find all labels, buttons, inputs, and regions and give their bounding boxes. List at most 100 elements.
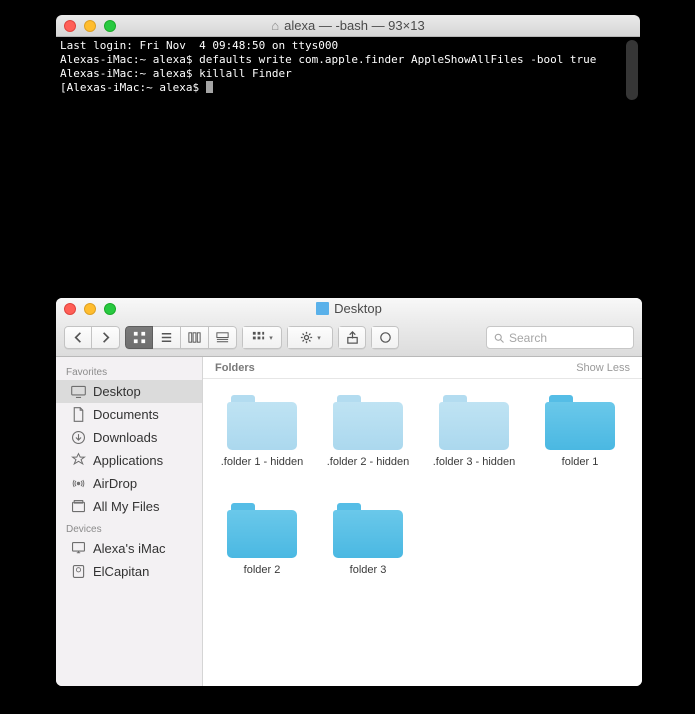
search-placeholder: Search (509, 331, 547, 345)
documents-icon (70, 406, 87, 423)
airdrop-icon (70, 475, 87, 492)
term-line-2: Alexas-iMac:~ alexa$ killall Finder (60, 67, 292, 80)
folder-icon (227, 395, 297, 450)
chevron-down-icon: ▾ (269, 334, 273, 342)
disk-icon (70, 563, 87, 580)
sidebar-item-allfiles[interactable]: All My Files (56, 495, 202, 518)
downloads-icon (70, 429, 87, 446)
view-mode-buttons (125, 326, 237, 349)
folder-item[interactable]: .folder 3 - hidden (421, 395, 527, 503)
grid-icon (132, 330, 147, 345)
arrange-button[interactable]: ▾ (242, 326, 282, 349)
coverflow-icon (215, 330, 230, 345)
terminal-cursor (206, 81, 213, 93)
finder-title: Desktop (56, 301, 642, 316)
folder-item[interactable]: .folder 2 - hidden (315, 395, 421, 503)
icon-grid[interactable]: .folder 1 - hidden .folder 2 - hidden .f… (203, 379, 642, 686)
coverflow-view-button[interactable] (209, 326, 237, 349)
gear-icon (299, 330, 314, 345)
term-line-1: Alexas-iMac:~ alexa$ defaults write com.… (60, 53, 596, 66)
terminal-titlebar[interactable]: ⌂ alexa — -bash — 93×13 (56, 15, 640, 37)
terminal-output[interactable]: Last login: Fri Nov 4 09:48:50 on ttys00… (56, 37, 640, 97)
icon-view-button[interactable] (125, 326, 153, 349)
maximize-button[interactable] (104, 20, 116, 32)
folder-icon (333, 395, 403, 450)
action-button-group: ▾ (287, 326, 333, 349)
show-less-button[interactable]: Show Less (576, 362, 630, 374)
finder-titlebar[interactable]: Desktop (56, 298, 642, 319)
folder-label: .folder 3 - hidden (433, 456, 516, 468)
search-icon (493, 332, 505, 344)
back-button[interactable] (64, 326, 92, 349)
arrange-button-group: ▾ (242, 326, 282, 349)
arrange-icon (251, 330, 266, 345)
term-line-0: Last login: Fri Nov 4 09:48:50 on ttys00… (60, 39, 338, 52)
sidebar-item-label: AirDrop (93, 476, 137, 491)
share-button[interactable] (338, 326, 366, 349)
folder-icon (227, 503, 297, 558)
close-button[interactable] (64, 20, 76, 32)
sidebar-item-downloads[interactable]: Downloads (56, 426, 202, 449)
chevron-right-icon (98, 330, 113, 345)
term-line-3: [Alexas-iMac:~ alexa$ (60, 81, 206, 94)
folder-item[interactable]: folder 3 (315, 503, 421, 611)
list-icon (159, 330, 174, 345)
folder-item[interactable]: folder 2 (209, 503, 315, 611)
sidebar-item-desktop[interactable]: Desktop (56, 380, 202, 403)
sidebar-item-label: Documents (93, 407, 159, 422)
nav-buttons (64, 326, 120, 349)
sidebar-section-devices: Devices (56, 518, 202, 537)
folder-label: folder 1 (562, 456, 599, 468)
folder-label: folder 3 (350, 564, 387, 576)
sidebar-item-label: Desktop (93, 384, 141, 399)
section-label: Folders (215, 362, 255, 374)
desktop-icon (70, 383, 87, 400)
share-icon (345, 330, 360, 345)
applications-icon (70, 452, 87, 469)
close-button[interactable] (64, 303, 76, 315)
sidebar-item-label: Alexa's iMac (93, 541, 166, 556)
sidebar-section-favorites: Favorites (56, 361, 202, 380)
minimize-button[interactable] (84, 303, 96, 315)
sidebar-item-applications[interactable]: Applications (56, 449, 202, 472)
chevron-left-icon (71, 330, 86, 345)
sidebar-item-disk[interactable]: ElCapitan (56, 560, 202, 583)
share-button-group (338, 326, 366, 349)
columns-icon (187, 330, 202, 345)
action-button[interactable]: ▾ (287, 326, 333, 349)
column-view-button[interactable] (181, 326, 209, 349)
folder-item[interactable]: .folder 1 - hidden (209, 395, 315, 503)
desktop-icon (316, 302, 329, 315)
finder-toolbar: ▾ ▾ Search (56, 319, 642, 357)
terminal-window: ⌂ alexa — -bash — 93×13 Last login: Fri … (56, 15, 640, 265)
sidebar-item-label: ElCapitan (93, 564, 149, 579)
sidebar-item-airdrop[interactable]: AirDrop (56, 472, 202, 495)
finder-title-text: Desktop (334, 301, 382, 316)
sidebar-item-label: Downloads (93, 430, 157, 445)
forward-button[interactable] (92, 326, 120, 349)
sidebar-item-imac[interactable]: Alexa's iMac (56, 537, 202, 560)
folder-icon (545, 395, 615, 450)
terminal-scrollbar[interactable] (626, 40, 638, 100)
search-input[interactable]: Search (486, 326, 634, 349)
sidebar-item-label: All My Files (93, 499, 159, 514)
maximize-button[interactable] (104, 303, 116, 315)
home-icon: ⌂ (271, 18, 279, 33)
terminal-title: ⌂ alexa — -bash — 93×13 (56, 18, 640, 33)
folder-icon (333, 503, 403, 558)
imac-icon (70, 540, 87, 557)
terminal-title-text: alexa — -bash — 93×13 (284, 18, 425, 33)
tags-button[interactable] (371, 326, 399, 349)
allfiles-icon (70, 498, 87, 515)
minimize-button[interactable] (84, 20, 96, 32)
sidebar-item-documents[interactable]: Documents (56, 403, 202, 426)
section-header: Folders Show Less (203, 357, 642, 379)
finder-main: Folders Show Less .folder 1 - hidden .fo… (203, 357, 642, 686)
folder-icon (439, 395, 509, 450)
sidebar-item-label: Applications (93, 453, 163, 468)
list-view-button[interactable] (153, 326, 181, 349)
finder-window: Desktop (56, 298, 642, 686)
folder-item[interactable]: folder 1 (527, 395, 633, 503)
folder-label: .folder 1 - hidden (221, 456, 304, 468)
folder-label: .folder 2 - hidden (327, 456, 410, 468)
